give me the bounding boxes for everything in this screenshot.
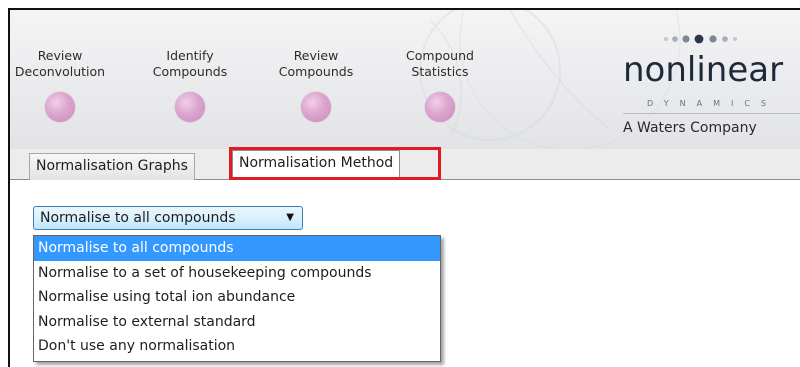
step-label-line2: Deconvolution xyxy=(14,64,106,79)
brand-company: A Waters Company xyxy=(623,120,757,136)
step-label-line2: Statistics xyxy=(411,64,469,79)
option-no-normalisation[interactable]: Don't use any normalisation xyxy=(34,334,440,359)
step-review-deconvolution[interactable]: Review Deconvolution xyxy=(10,48,116,122)
option-external-standard[interactable]: Normalise to external standard xyxy=(34,310,440,335)
option-housekeeping-compounds[interactable]: Normalise to a set of housekeeping compo… xyxy=(34,261,440,286)
brand-logo-text: nonlinear xyxy=(623,50,784,90)
step-circle-icon[interactable] xyxy=(45,92,75,122)
step-identify-compounds[interactable]: Identify Compounds xyxy=(134,48,246,122)
step-label-line2: Compounds xyxy=(152,64,228,79)
step-label-line2: Compounds xyxy=(278,64,354,79)
logo-divider xyxy=(623,113,800,114)
dropdown-arrow-icon[interactable]: ▼ xyxy=(286,207,294,229)
workflow-header: Review Deconvolution Identify Compounds … xyxy=(10,10,800,149)
step-label-line1: Identify xyxy=(166,48,214,63)
normalisation-method-panel: Normalise to all compounds ▼ Normalise t… xyxy=(10,180,800,367)
tab-normalisation-graphs[interactable]: Normalisation Graphs xyxy=(29,153,195,180)
step-label-line1: Review xyxy=(37,48,83,63)
normalisation-select-value: Normalise to all compounds xyxy=(40,210,236,226)
logo-dots-icon xyxy=(664,34,737,44)
step-compound-statistics[interactable]: Compound Statistics xyxy=(390,48,490,122)
step-circle-icon[interactable] xyxy=(425,92,455,122)
normalisation-dropdown-list: Normalise to all compounds Normalise to … xyxy=(33,235,441,362)
option-all-compounds[interactable]: Normalise to all compounds xyxy=(34,236,440,261)
application-window: Review Deconvolution Identify Compounds … xyxy=(8,8,800,367)
step-circle-icon[interactable] xyxy=(301,92,331,122)
normalisation-select[interactable]: Normalise to all compounds ▼ xyxy=(33,206,303,230)
tab-normalisation-method[interactable]: Normalisation Method xyxy=(232,150,401,181)
tab-strip: Normalisation Graphs Normalisation Metho… xyxy=(10,149,800,181)
step-review-compounds[interactable]: Review Compounds xyxy=(266,48,366,122)
brand-subtitle: DYNAMICS xyxy=(647,99,777,108)
step-circle-icon[interactable] xyxy=(175,92,205,122)
step-label-line1: Review xyxy=(293,48,339,63)
step-label-line1: Compound xyxy=(406,48,474,63)
option-total-ion-abundance[interactable]: Normalise using total ion abundance xyxy=(34,285,440,310)
